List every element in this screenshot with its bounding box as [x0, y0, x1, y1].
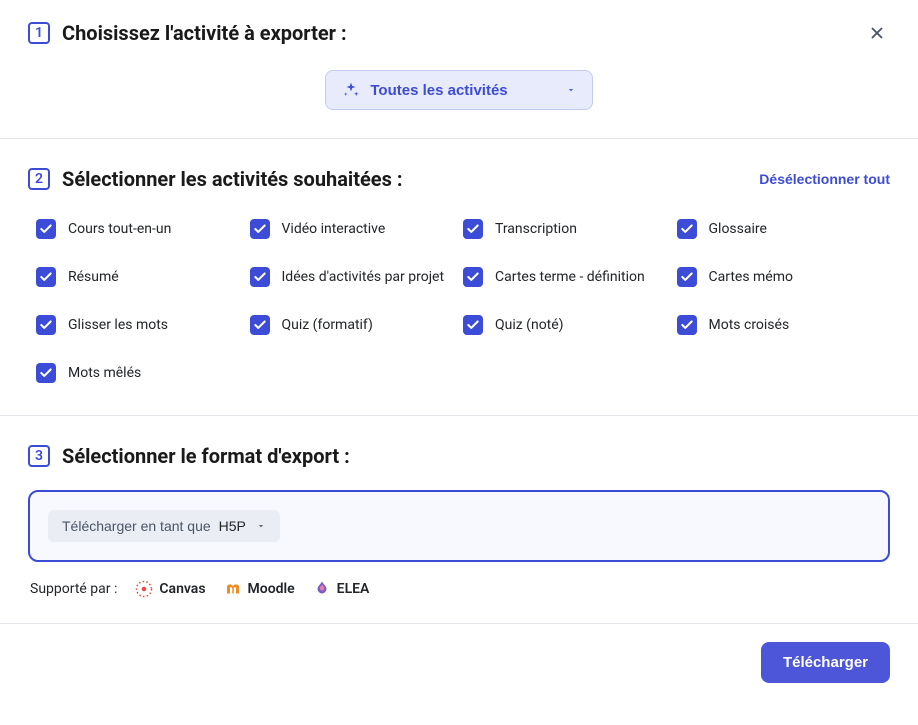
deselect-all-button[interactable]: Désélectionner tout [759, 171, 890, 187]
activity-checkbox[interactable]: Glisser les mots [36, 315, 250, 335]
section-choose-activity: 1 Choisissez l'activité à exporter : Tou… [0, 0, 918, 139]
checkbox-box [36, 315, 56, 335]
activity-dropdown-label: Toutes les activités [370, 82, 507, 99]
checkbox-label: Mots croisés [709, 316, 790, 334]
step3-heading: Sélectionner le format d'export : [62, 444, 350, 468]
download-button[interactable]: Télécharger [761, 642, 890, 683]
checkbox-box [36, 363, 56, 383]
checkbox-box [36, 267, 56, 287]
step1-title-group: 1 Choisissez l'activité à exporter : [28, 21, 347, 45]
platform-canvas: Canvas [135, 580, 205, 598]
activity-dropdown-row: Toutes les activités [28, 70, 890, 110]
footer: Télécharger [0, 624, 918, 701]
checkbox-box [677, 315, 697, 335]
platform-elea-label: ELEA [337, 581, 370, 597]
format-value: H5P [219, 518, 246, 534]
caret-down-icon [256, 521, 266, 531]
activity-checkbox[interactable]: Cartes terme - définition [463, 267, 677, 287]
platform-canvas-label: Canvas [159, 581, 205, 597]
activity-checkbox[interactable]: Résumé [36, 267, 250, 287]
close-button[interactable] [864, 20, 890, 46]
step1-heading: Choisissez l'activité à exporter : [62, 21, 347, 45]
step2-heading: Sélectionner les activités souhaitées : [62, 167, 402, 191]
checkbox-label: Quiz (formatif) [282, 316, 373, 334]
close-icon [868, 24, 886, 42]
checkbox-box [677, 219, 697, 239]
checkbox-box [250, 219, 270, 239]
supported-row: Supporté par : Canvas Moodle ELEA [28, 580, 890, 598]
checkbox-box [463, 219, 483, 239]
supported-label: Supporté par : [30, 581, 117, 597]
activity-checkbox[interactable]: Transcription [463, 219, 677, 239]
checkbox-box [677, 267, 697, 287]
step3-title-group: 3 Sélectionner le format d'export : [28, 444, 890, 468]
sparkle-icon [342, 81, 360, 99]
checkbox-label: Mots mêlés [68, 364, 141, 382]
checkbox-label: Quiz (noté) [495, 316, 564, 334]
checkbox-box [250, 267, 270, 287]
activity-grid: Cours tout-en-un Vidéo interactive Transcr… [28, 219, 890, 383]
activity-checkbox[interactable]: Glossaire [677, 219, 891, 239]
activity-checkbox[interactable]: Idées d'activités par projet [250, 267, 464, 287]
checkbox-label: Glisser les mots [68, 316, 168, 334]
checkbox-label: Résumé [68, 268, 119, 286]
activity-checkbox[interactable]: Mots mêlés [36, 363, 250, 383]
checkbox-label: Idées d'activités par projet [282, 268, 445, 286]
section-select-activities: 2 Sélectionner les activités souhaitées … [0, 139, 918, 416]
moodle-icon [224, 580, 242, 598]
activity-checkbox[interactable]: Mots croisés [677, 315, 891, 335]
checkbox-label: Cartes terme - définition [495, 268, 645, 286]
step2-header: 2 Sélectionner les activités souhaitées … [28, 167, 890, 191]
format-prefix: Télécharger en tant que [62, 518, 211, 534]
step1-header: 1 Choisissez l'activité à exporter : [28, 20, 890, 46]
section-export-format: 3 Sélectionner le format d'export : Télé… [0, 416, 918, 624]
platform-moodle-label: Moodle [248, 581, 295, 597]
activity-checkbox[interactable]: Cours tout-en-un [36, 219, 250, 239]
caret-down-icon [566, 85, 576, 95]
activity-checkbox[interactable]: Quiz (noté) [463, 315, 677, 335]
platform-moodle: Moodle [224, 580, 295, 598]
checkbox-label: Transcription [495, 220, 577, 238]
checkbox-label: Glossaire [709, 220, 767, 238]
checkbox-box [463, 267, 483, 287]
activity-checkbox[interactable]: Cartes mémo [677, 267, 891, 287]
step2-number: 2 [28, 168, 50, 190]
step1-number: 1 [28, 22, 50, 44]
checkbox-box [250, 315, 270, 335]
format-select[interactable]: Télécharger en tant que H5P [48, 510, 280, 542]
checkbox-box [463, 315, 483, 335]
activity-checkbox[interactable]: Quiz (formatif) [250, 315, 464, 335]
step2-title-group: 2 Sélectionner les activités souhaitées … [28, 167, 402, 191]
step3-number: 3 [28, 445, 50, 467]
checkbox-label: Vidéo interactive [282, 220, 386, 238]
elea-icon [313, 580, 331, 598]
format-card: Télécharger en tant que H5P [28, 490, 890, 562]
activity-dropdown[interactable]: Toutes les activités [325, 70, 592, 110]
canvas-icon [135, 580, 153, 598]
platform-elea: ELEA [313, 580, 370, 598]
checkbox-box [36, 219, 56, 239]
checkbox-label: Cartes mémo [709, 268, 793, 286]
activity-checkbox[interactable]: Vidéo interactive [250, 219, 464, 239]
checkbox-label: Cours tout-en-un [68, 220, 171, 238]
